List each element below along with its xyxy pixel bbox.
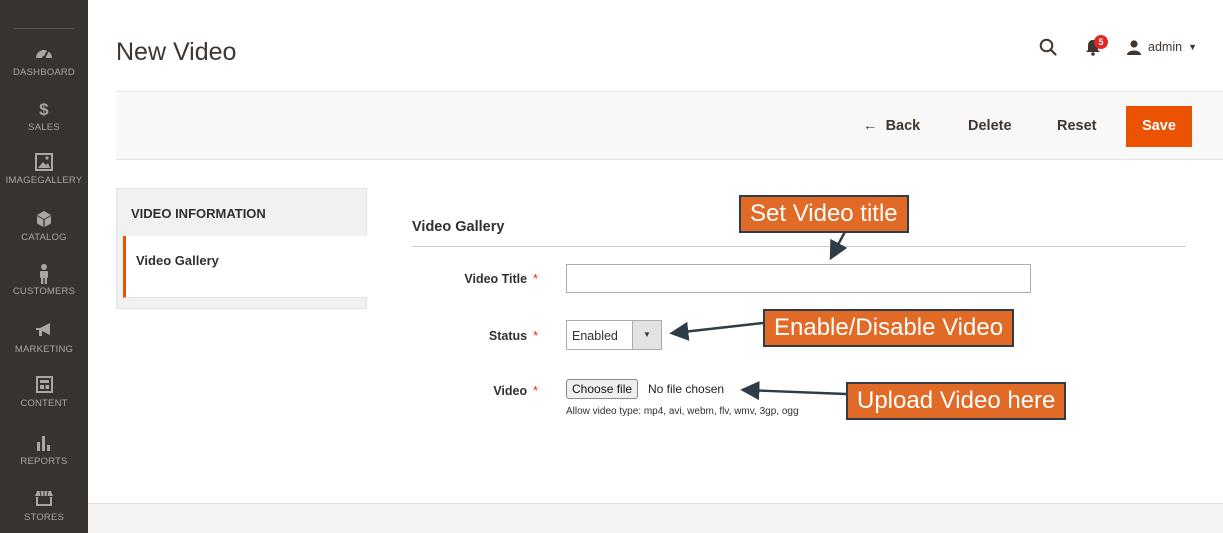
title-callout: Set Video title (739, 195, 909, 233)
status-callout: Enable/Disable Video (763, 309, 1015, 347)
status-callout-arrow (669, 321, 764, 341)
annotation-arrows (669, 227, 849, 401)
upload-callout-arrow (740, 380, 847, 401)
upload-callout: Upload Video here (846, 382, 1067, 420)
page-footer (88, 503, 1223, 533)
